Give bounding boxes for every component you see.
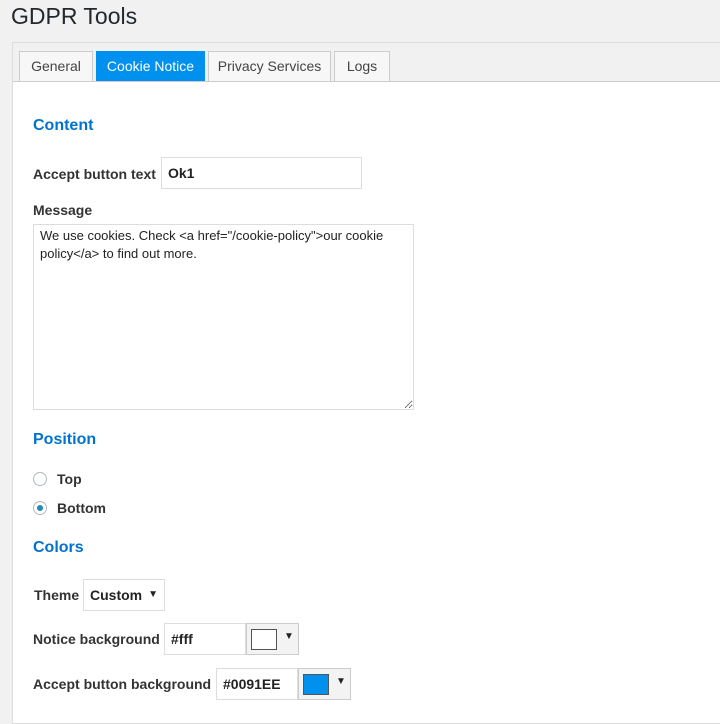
accept-button-background-color-picker[interactable]: ▼ — [298, 668, 351, 700]
chevron-down-icon: ▼ — [284, 631, 294, 642]
notice-background-input[interactable] — [164, 623, 246, 655]
tab-cookie-notice[interactable]: Cookie Notice — [96, 51, 205, 81]
content-heading: Content — [33, 117, 94, 134]
message-textarea[interactable]: We use cookies. Check <a href="/cookie-p… — [33, 224, 414, 410]
theme-select[interactable]: Custom ▼ — [83, 579, 165, 611]
position-option-bottom-label: Bottom — [57, 500, 106, 516]
settings-panel: General Cookie Notice Privacy Services L… — [12, 42, 720, 724]
accept-button-background-input[interactable] — [216, 668, 298, 700]
tab-logs[interactable]: Logs — [334, 51, 390, 81]
notice-background-color-picker[interactable]: ▼ — [246, 623, 299, 655]
chevron-down-icon: ▼ — [336, 676, 346, 687]
tab-bar: General Cookie Notice Privacy Services L… — [13, 43, 720, 82]
position-heading: Position — [33, 431, 97, 448]
accept-button-background-label: Accept button background — [33, 676, 212, 692]
chevron-down-icon: ▼ — [148, 589, 158, 600]
tab-privacy-services[interactable]: Privacy Services — [208, 51, 331, 81]
radio-icon[interactable] — [33, 472, 47, 486]
color-swatch-icon — [251, 629, 277, 650]
position-option-top-label: Top — [57, 471, 82, 487]
accept-button-text-input[interactable] — [161, 157, 362, 189]
colors-heading: Colors — [33, 539, 84, 556]
message-label: Message — [33, 202, 93, 218]
page-title: GDPR Tools — [11, 3, 138, 29]
accept-button-text-label: Accept button text — [33, 166, 156, 182]
theme-label: Theme — [34, 587, 80, 603]
radio-checked-icon[interactable] — [33, 501, 47, 515]
theme-select-value: Custom — [90, 587, 143, 603]
notice-background-label: Notice background — [33, 631, 160, 647]
tab-general[interactable]: General — [19, 51, 93, 81]
